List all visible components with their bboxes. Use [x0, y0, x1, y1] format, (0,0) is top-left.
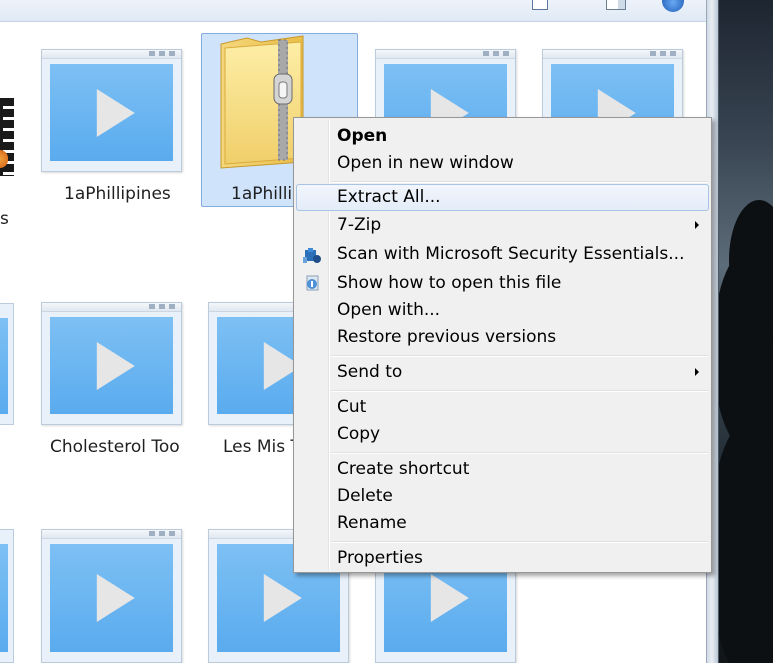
menu-item-copy[interactable]: Copy: [296, 421, 709, 448]
submenu-arrow-icon: [695, 368, 699, 376]
play-icon: [96, 341, 135, 390]
menu-item-send-to[interactable]: Send to: [296, 359, 709, 386]
menu-item-open-new-window[interactable]: Open in new window: [296, 150, 709, 177]
menu-item-show-how-to-open[interactable]: Show how to open this file: [296, 270, 709, 297]
explorer-toolbar: [0, 0, 706, 22]
video-thumbnail-icon[interactable]: [41, 529, 182, 663]
menu-item-open-with[interactable]: Open with...: [296, 297, 709, 324]
file-help-icon: [306, 275, 319, 291]
file-label-partial: s: [0, 209, 9, 229]
video-thumbnail-partial[interactable]: [0, 303, 14, 425]
menu-item-extract-all[interactable]: Extract All...: [296, 184, 709, 211]
play-icon: [96, 574, 135, 622]
submenu-arrow-icon: [695, 221, 699, 229]
video-thumbnail-icon[interactable]: [41, 302, 182, 425]
menu-item-restore-previous[interactable]: Restore previous versions: [296, 324, 709, 351]
file-label[interactable]: Cholesterol Too: [50, 437, 180, 457]
play-icon: [96, 88, 135, 137]
menu-item-properties[interactable]: Properties: [296, 545, 709, 572]
menu-item-7zip[interactable]: 7-Zip: [296, 212, 709, 239]
menu-item-delete[interactable]: Delete: [296, 483, 709, 510]
play-icon: [430, 574, 469, 622]
security-essentials-icon: [303, 248, 321, 263]
video-thumbnail-partial[interactable]: [0, 529, 14, 663]
context-menu: Open Open in new window Extract All... 7…: [293, 117, 712, 573]
desktop-background: [719, 0, 773, 663]
play-icon: [263, 574, 302, 622]
menu-item-cut[interactable]: Cut: [296, 394, 709, 421]
menu-item-create-shortcut[interactable]: Create shortcut: [296, 456, 709, 483]
file-label[interactable]: 1aPhillipines: [64, 184, 171, 204]
change-view-icon[interactable]: [532, 0, 548, 10]
menu-item-open[interactable]: Open: [296, 123, 709, 150]
menu-item-scan-mse[interactable]: Scan with Microsoft Security Essentials.…: [296, 241, 709, 268]
preview-pane-icon[interactable]: [606, 0, 626, 10]
menu-item-rename[interactable]: Rename: [296, 510, 709, 537]
help-icon[interactable]: [662, 0, 684, 12]
video-thumbnail-icon[interactable]: [41, 49, 182, 172]
file-label[interactable]: Les Mis T: [223, 437, 301, 457]
